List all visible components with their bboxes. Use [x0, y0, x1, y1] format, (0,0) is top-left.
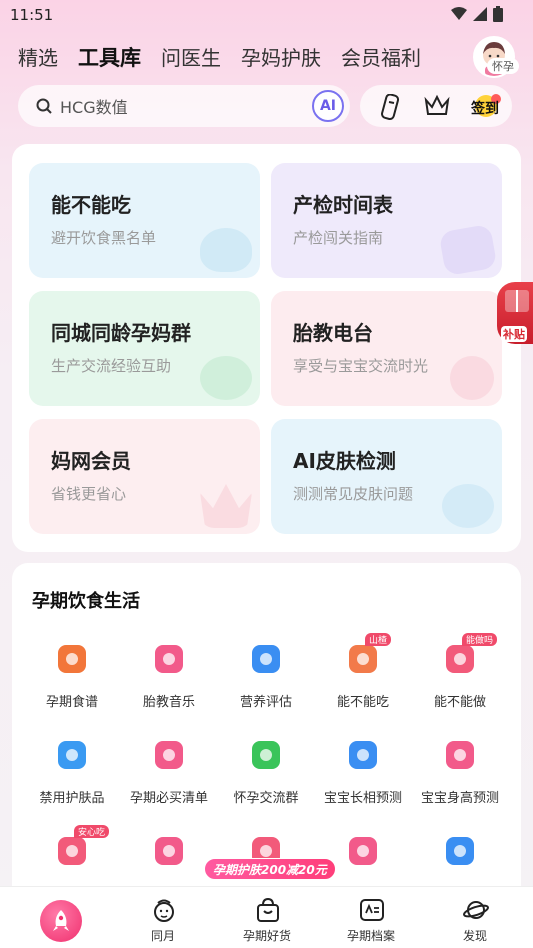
- meal-icon: [349, 837, 377, 865]
- tab-member-benefits[interactable]: 会员福利: [341, 42, 421, 71]
- chat-icon: [252, 741, 280, 769]
- section-title: 孕期饮食生活: [32, 591, 140, 612]
- bowl-icon: [200, 228, 252, 272]
- crown-deco-icon: [200, 484, 252, 528]
- card-title: 同城同龄孕妈群: [51, 321, 191, 345]
- card-local-mom-group[interactable]: 同城同龄孕妈群 生产交流经验互助: [29, 291, 260, 406]
- bottom-navigation: 同月 孕期好货 孕期档案 发现: [0, 886, 533, 948]
- chat-bubble-icon: [200, 356, 252, 400]
- nav-archive[interactable]: 孕期档案: [318, 887, 424, 948]
- face-scan-icon: [442, 484, 494, 528]
- same-month-icon: [154, 899, 174, 922]
- grid-item-9[interactable]: 宝宝长相预测: [315, 735, 411, 825]
- grid-item-8[interactable]: 怀孕交流群: [218, 735, 314, 825]
- nav-goods[interactable]: 孕期好货: [214, 887, 320, 948]
- search-icon: [36, 98, 52, 114]
- card-subtitle: 避开饮食黑名单: [51, 229, 157, 247]
- grid-item-tag: 安心吃: [74, 825, 110, 838]
- archive-icon: [360, 899, 384, 921]
- rocket-icon: [40, 900, 82, 942]
- tab-toolbox[interactable]: 工具库: [78, 42, 141, 72]
- ai-assistant-button[interactable]: AI: [312, 90, 344, 122]
- card-subtitle: 生产交流经验互助: [51, 357, 172, 375]
- recipe-icon: [58, 645, 86, 673]
- nav-home[interactable]: [0, 887, 106, 948]
- signal-icon: [473, 7, 487, 21]
- nav-discover[interactable]: 发现: [422, 887, 528, 948]
- flask-icon: [252, 645, 280, 673]
- scanner-icon[interactable]: [380, 94, 402, 120]
- grid-item-1[interactable]: 孕期食谱: [24, 639, 120, 729]
- card-subtitle: 省钱更省心: [51, 485, 127, 503]
- disease-icon: [446, 837, 474, 865]
- card-title: 胎教电台: [293, 321, 373, 345]
- card-title: 产检时间表: [293, 193, 393, 217]
- calendar-icon: [438, 223, 498, 277]
- bottle-icon: [58, 741, 86, 769]
- checkin-button[interactable]: 签到: [468, 91, 504, 121]
- charm-icon: [155, 837, 183, 865]
- tab-featured[interactable]: 精选: [18, 42, 58, 71]
- card-ai-skin-test[interactable]: AI皮肤检测 测测常见皮肤问题: [271, 419, 502, 534]
- nav-label: 发现: [462, 929, 487, 943]
- promo-text: 孕期护肤200减20元: [213, 862, 327, 877]
- diet-life-section: 孕期饮食生活 孕期食谱 胎教音乐 营养评估 山楂 能不能吃 能做吗 能不能做 禁用护肤品 孕期必…: [12, 563, 521, 903]
- card-membership[interactable]: 妈网会员 省钱更省心: [29, 419, 260, 534]
- card-subtitle: 产检闯关指南: [293, 229, 384, 247]
- top-tabs: 精选 工具库 问医生 孕妈护肤 会员福利: [18, 42, 421, 72]
- grid-item-4[interactable]: 山楂 能不能吃: [315, 633, 411, 729]
- pregnancy-status-badge: 怀孕: [487, 58, 519, 74]
- subsidy-label: 补贴: [501, 326, 527, 342]
- checkin-label: 签到: [471, 101, 499, 117]
- promo-banner[interactable]: 孕期护肤200减20元: [204, 858, 336, 880]
- search-input[interactable]: HCG数值 AI: [18, 85, 350, 127]
- card-prenatal-radio[interactable]: 胎教电台 享受与宝宝交流时光: [271, 291, 502, 406]
- nav-label: 孕期好货: [242, 929, 291, 943]
- nav-same-month[interactable]: 同月: [110, 887, 216, 948]
- card-subtitle: 测测常见皮肤问题: [293, 485, 414, 503]
- search-placeholder: HCG数值: [60, 98, 128, 117]
- card-title: 妈网会员: [51, 449, 131, 473]
- list-icon: [155, 741, 183, 769]
- grid-item-tag: 能做吗: [462, 633, 498, 646]
- grid-item-5[interactable]: 能做吗能不能做: [412, 633, 508, 729]
- nav-label: 孕期档案: [346, 929, 395, 943]
- card-subtitle: 享受与宝宝交流时光: [293, 357, 429, 375]
- height-icon: [446, 741, 474, 769]
- battery-icon: [493, 6, 503, 22]
- wifi-icon: [451, 7, 467, 20]
- gift-box-icon: [505, 290, 529, 312]
- grid-item-tag: 山楂: [365, 633, 392, 646]
- grid-item-10[interactable]: 宝宝身高预测: [412, 735, 508, 825]
- card-title: AI皮肤检测: [293, 449, 396, 473]
- card-title: 能不能吃: [51, 193, 131, 217]
- grid-item-6[interactable]: 禁用护肤品: [24, 735, 120, 825]
- planet-icon: [463, 901, 489, 919]
- grid-item-label: 宝宝身高预测: [420, 791, 499, 806]
- tab-ask-doctor[interactable]: 问医生: [161, 42, 221, 71]
- grid-item-2[interactable]: 胎教音乐: [121, 639, 217, 729]
- quick-tools: 签到: [360, 85, 512, 127]
- grid-item-label: 能不能做: [433, 695, 486, 710]
- shopping-bag-icon: [257, 897, 279, 922]
- tab-skincare[interactable]: 孕妈护肤: [241, 42, 321, 71]
- status-bar: 11:51: [0, 0, 533, 30]
- status-icons: [451, 6, 503, 22]
- grid-item-3[interactable]: 营养评估: [218, 639, 314, 729]
- face-icon: [349, 741, 377, 769]
- music-icon: [155, 645, 183, 673]
- status-time: 11:51: [10, 6, 54, 24]
- microphone-icon: [450, 356, 494, 400]
- card-can-i-eat[interactable]: 能不能吃 避开饮食黑名单: [29, 163, 260, 278]
- nav-label: 同月: [150, 929, 175, 943]
- grid-item-7[interactable]: 孕期必买清单: [121, 735, 217, 825]
- tool-card-panel: 能不能吃 避开饮食黑名单 产检时间表 产检闯关指南 同城同龄孕妈群 生产交流经验…: [12, 144, 521, 552]
- subsidy-float-button[interactable]: 补贴: [497, 282, 533, 344]
- card-checkup-schedule[interactable]: 产检时间表 产检闯关指南: [271, 163, 502, 278]
- crown-icon[interactable]: [424, 94, 450, 118]
